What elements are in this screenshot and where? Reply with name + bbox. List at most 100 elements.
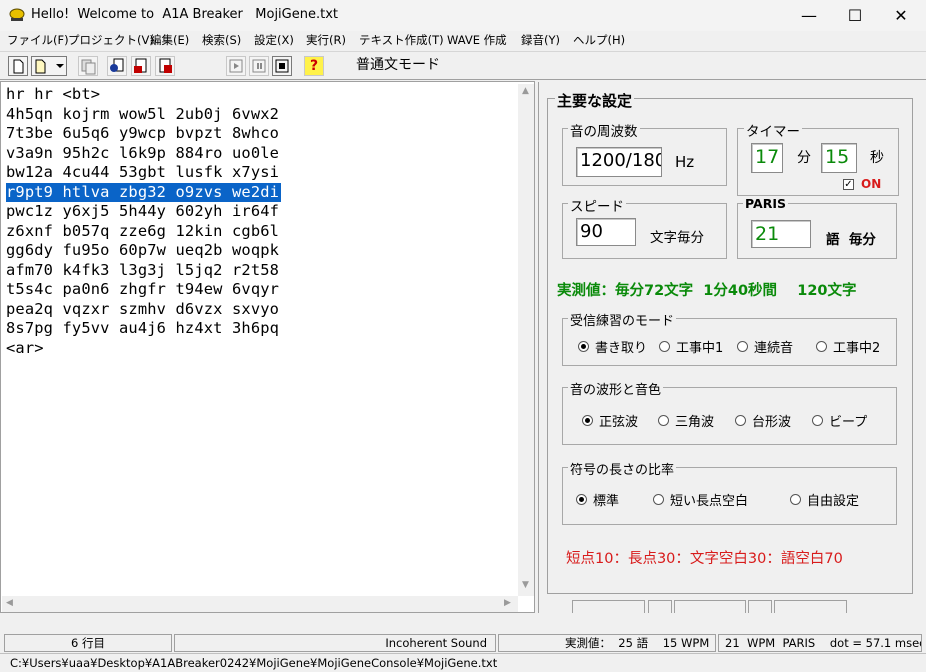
stop-button[interactable] (272, 56, 292, 76)
tool-button-3[interactable] (155, 56, 175, 76)
tool-button-1[interactable] (107, 56, 127, 76)
ratio-text: 短点10：長点30：文字空白30：語空白70 (566, 551, 843, 567)
menu-search[interactable]: 検索(S) (202, 32, 241, 48)
menu-settings[interactable]: 設定(X) (254, 32, 294, 48)
editor-line[interactable]: pwc1z y6xj5 5h44y 602yh ir64f (6, 202, 518, 222)
editor-line-row: 8s7pg fy5vv au4j6 hz4xt 3h6pq (6, 319, 518, 339)
close-button[interactable]: ✕ (878, 0, 924, 31)
vertical-scrollbar[interactable]: ▲ ▼ (518, 84, 534, 596)
panel-tab[interactable] (572, 600, 645, 613)
receive-mode-option[interactable]: 書き取り (578, 337, 647, 356)
stop-icon (275, 59, 289, 73)
menu-file[interactable]: ファイル(F) (7, 32, 69, 48)
pause-icon (252, 59, 266, 73)
status-line: 6 行目 (4, 634, 172, 652)
panel-tab[interactable] (748, 600, 772, 613)
editor-line-row: <ar> (6, 339, 518, 359)
timer-on-checkbox[interactable]: ✓ (843, 179, 854, 190)
document-red-icon (134, 58, 147, 73)
editor-line-selected[interactable]: r9pt9 htlva zbg32 o9zvs we2di (6, 182, 282, 202)
speed-label: スピード (568, 195, 626, 215)
status-sound: Incoherent Sound (174, 634, 496, 652)
scroll-right-icon[interactable]: ▶ (504, 598, 511, 608)
editor-line-row: afm70 k4fk3 l3g3j l5jq2 r2t58 (6, 261, 518, 281)
open-file-button[interactable] (31, 56, 67, 76)
panel-tab[interactable] (674, 600, 746, 613)
timer-minutes-input[interactable]: 17 (751, 143, 783, 173)
waveform-option[interactable]: 正弦波 (582, 411, 638, 430)
new-file-button[interactable] (8, 56, 28, 76)
editor-line-row: z6xnf b057q zze6g 12kin cgb6l (6, 222, 518, 242)
editor-line-row: 7t3be 6u5q6 y9wcp bvpzt 8whco (6, 124, 518, 144)
menu-text-create[interactable]: テキスト作成(T) (359, 32, 444, 48)
waveform-option[interactable]: 台形波 (735, 411, 791, 430)
open-document-icon (35, 59, 64, 74)
ratio-option[interactable]: 短い長点空白 (653, 490, 748, 509)
mode-label: 普通文モード (356, 57, 440, 73)
editor-line[interactable]: hr hr <bt> (6, 85, 518, 105)
help-button[interactable]: ? (304, 56, 324, 76)
editor-line[interactable]: 8s7pg fy5vv au4j6 hz4xt 3h6pq (6, 319, 518, 339)
editor-lines: hr hr <bt> 4h5qn kojrm wow5l 2ub0j 6vwx2 7… (6, 85, 518, 358)
panel-tab[interactable] (648, 600, 672, 613)
editor-line[interactable]: 4h5qn kojrm wow5l 2ub0j 6vwx2 (6, 105, 518, 125)
waveform-option[interactable]: ビープ (812, 411, 867, 430)
scroll-left-icon[interactable]: ◀ (6, 598, 13, 608)
horizontal-scrollbar[interactable]: ◀ ▶ (2, 596, 518, 612)
receive-mode-label: 受信練習のモード (568, 310, 677, 329)
measured-value-text: 実測値：毎分72文字 1分40秒間 120文字 (557, 283, 857, 299)
copy-button[interactable] (78, 56, 98, 76)
radio-icon (659, 341, 670, 352)
timer-seconds-input[interactable]: 15 (821, 143, 857, 173)
receive-mode-option[interactable]: 工事中1 (659, 337, 723, 356)
scroll-down-icon[interactable]: ▼ (522, 580, 529, 590)
editor-line[interactable]: z6xnf b057q zze6g 12kin cgb6l (6, 222, 518, 242)
ratio-label: 符号の長さの比率 (568, 459, 677, 478)
editor-line[interactable]: 7t3be 6u5q6 y9wcp bvpzt 8whco (6, 124, 518, 144)
window-title: Hello! Welcome to A1A Breaker MojiGene.t… (31, 7, 338, 22)
speed-input[interactable]: 90 (576, 218, 636, 246)
menu-edit[interactable]: 編集(E) (150, 32, 189, 48)
tool-button-2[interactable] (131, 56, 151, 76)
ratio-option[interactable]: 自由設定 (790, 490, 859, 509)
waveform-option[interactable]: 三角波 (658, 411, 714, 430)
panel-tab[interactable] (774, 600, 847, 613)
radio-icon (812, 415, 823, 426)
app-icon (9, 8, 25, 21)
timer-label: タイマー (744, 120, 802, 140)
editor-line[interactable]: bw12a 4cu44 53gbt lusfk x7ysi (6, 163, 518, 183)
radio-icon (653, 494, 664, 505)
menu-help[interactable]: ヘルプ(H) (573, 32, 625, 48)
ratio-option[interactable]: 標準 (576, 490, 619, 509)
radio-icon (816, 341, 827, 352)
menu-run[interactable]: 実行(R) (306, 32, 346, 48)
receive-mode-option-label: 工事中1 (676, 341, 724, 356)
editor-line[interactable]: pea2q vqzxr szmhv d6vzx sxvyo (6, 300, 518, 320)
paris-input[interactable]: 21 (751, 220, 811, 248)
receive-mode-option[interactable]: 連続音 (737, 337, 793, 356)
editor-line[interactable]: afm70 k4fk3 l3g3j l5jq2 r2t58 (6, 261, 518, 281)
play-button[interactable] (226, 56, 246, 76)
editor-line-row: gg6dy fu95o 60p7w ueq2b woqpk (6, 241, 518, 261)
file-path: C:¥Users¥uaa¥Desktop¥A1ABreaker0242¥Moji… (0, 653, 926, 672)
editor-line[interactable]: t5s4c pa0n6 zhgfr t94ew 6vqyr (6, 280, 518, 300)
radio-icon (735, 415, 746, 426)
menu-wave-create[interactable]: WAVE 作成 (447, 32, 507, 48)
minimize-button[interactable]: — (786, 0, 832, 31)
receive-mode-option[interactable]: 工事中2 (816, 337, 880, 356)
waveform-option-label: 三角波 (675, 415, 715, 430)
frequency-input[interactable]: 1200/180 (576, 147, 662, 177)
radio-selected-icon (578, 341, 589, 352)
menu-project[interactable]: プロジェクト(V) (68, 32, 154, 48)
menu-record[interactable]: 録音(Y) (521, 32, 560, 48)
waveform-option-label: 正弦波 (599, 415, 639, 430)
receive-mode-option-label: 工事中2 (833, 341, 881, 356)
editor-line[interactable]: v3a9n 95h2c l6k9p 884ro uo0le (6, 144, 518, 164)
maximize-button[interactable]: ☐ (832, 0, 878, 31)
scroll-up-icon[interactable]: ▲ (522, 86, 529, 96)
copy-icon (81, 59, 96, 75)
editor-line-row: r9pt9 htlva zbg32 o9zvs we2di (6, 182, 518, 202)
editor-line[interactable]: gg6dy fu95o 60p7w ueq2b woqpk (6, 241, 518, 261)
editor-line[interactable]: <ar> (6, 339, 518, 359)
pause-button[interactable] (249, 56, 269, 76)
